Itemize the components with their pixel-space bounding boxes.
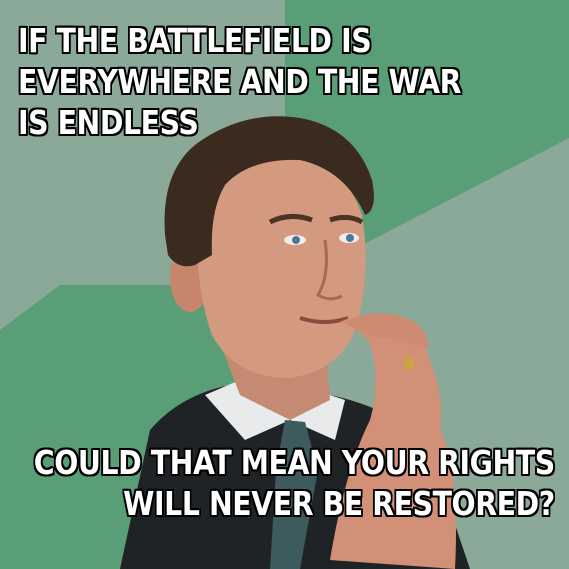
bottom-caption-line-1: COULD THAT MEAN YOUR RIGHTS (34, 443, 555, 482)
left-iris (292, 236, 300, 244)
bottom-caption: COULD THAT MEAN YOUR RIGHTS WILL NEVER B… (34, 442, 555, 524)
right-iris (346, 234, 354, 242)
wedding-ring (404, 356, 414, 370)
top-caption-line-1: IF THE BATTLEFIELD IS (18, 21, 372, 60)
top-caption-line-3: IS ENDLESS (18, 103, 199, 142)
bottom-caption-line-2: WILL NEVER BE RESTORED? (123, 484, 556, 523)
top-caption: IF THE BATTLEFIELD IS EVERYWHERE AND THE… (18, 20, 462, 143)
top-caption-line-2: EVERYWHERE AND THE WAR (18, 62, 462, 101)
meme-image: IF THE BATTLEFIELD IS EVERYWHERE AND THE… (0, 0, 569, 569)
